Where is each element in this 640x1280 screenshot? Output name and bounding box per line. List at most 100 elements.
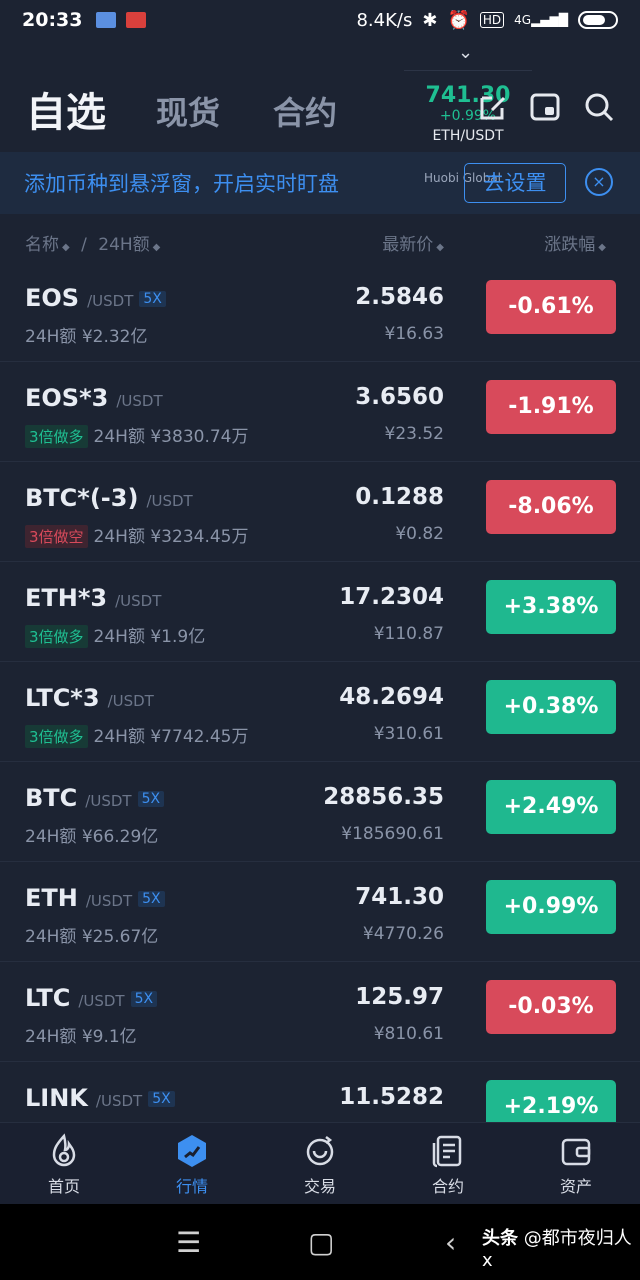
- go-settings-button[interactable]: 去设置: [464, 163, 566, 203]
- home-icon[interactable]: ▢: [308, 1226, 334, 1259]
- cny-price: ¥4770.26: [362, 924, 444, 944]
- market-row[interactable]: ETH*3/USDT 3倍做多 24H额 ¥1.9亿 17.2304 ¥110.8…: [0, 562, 640, 662]
- leverage-tag: 3倍做多: [25, 625, 88, 648]
- header: 自选 现货 合约 741.30 +0.99% ETH/USDT: [0, 70, 640, 150]
- volume: 24H额 ¥1.9亿: [93, 627, 206, 647]
- leverage-badge: 5X: [138, 891, 165, 907]
- nav-home[interactable]: 首页: [0, 1123, 128, 1204]
- leverage-tag: 3倍做多: [25, 425, 88, 448]
- cny-price: ¥16.63: [384, 324, 444, 344]
- change-badge[interactable]: -0.61%: [486, 280, 616, 334]
- float-window-icon[interactable]: [528, 90, 562, 124]
- cny-price: ¥0.82: [395, 524, 444, 544]
- volume: 24H额 ¥3830.74万: [93, 427, 249, 447]
- sort-icon: ◆: [436, 242, 444, 253]
- sort-change[interactable]: 涨跌幅 ◆: [544, 230, 606, 255]
- nav-assets[interactable]: 资产: [512, 1123, 640, 1204]
- floating-ticker[interactable]: 741.30 +0.99% ETH/USDT: [404, 70, 532, 152]
- leverage-badge: 5X: [139, 291, 166, 307]
- contract-icon: [432, 1135, 462, 1168]
- leverage-badge: 5X: [137, 791, 165, 807]
- cny-price: ¥810.61: [373, 1024, 444, 1044]
- wallet-icon: [561, 1138, 591, 1166]
- flame-icon: [52, 1133, 76, 1167]
- change-badge[interactable]: +0.99%: [486, 880, 616, 934]
- menu-icon[interactable]: ☰: [176, 1226, 201, 1259]
- change-badge[interactable]: +3.38%: [486, 580, 616, 634]
- nav-trade[interactable]: 交易: [256, 1123, 384, 1204]
- nav-market[interactable]: 行情: [128, 1123, 256, 1204]
- status-time: 20:33: [22, 9, 83, 31]
- tab-favorites[interactable]: 自选: [26, 80, 106, 138]
- last-price: 741.30: [355, 884, 444, 910]
- close-icon[interactable]: ×: [585, 168, 613, 196]
- volume: 24H额 ¥66.29亿: [25, 827, 159, 847]
- market-row[interactable]: LTC*3/USDT 3倍做多 24H额 ¥7742.45万 48.2694 ¥3…: [0, 662, 640, 762]
- symbol: LINK: [25, 1084, 88, 1112]
- symbol: EOS: [25, 284, 80, 312]
- leverage-tag: 3倍做空: [25, 525, 88, 548]
- volume: 24H额 ¥7742.45万: [93, 727, 249, 747]
- market-row[interactable]: LINK/USDT 5X 11.5282 +2.19%: [0, 1062, 640, 1122]
- nav-contract[interactable]: 合约: [384, 1123, 512, 1204]
- cny-price: ¥185690.61: [341, 824, 444, 844]
- trade-icon: [306, 1136, 334, 1166]
- last-price: 2.5846: [355, 284, 444, 310]
- chevron-down-icon[interactable]: ⌄: [458, 42, 473, 63]
- last-price: 11.5282: [339, 1084, 444, 1110]
- back-icon[interactable]: ‹: [445, 1226, 456, 1259]
- market-row[interactable]: BTC/USDT 5X 24H额 ¥66.29亿 28856.35 ¥185690…: [0, 762, 640, 862]
- sort-price[interactable]: 最新价 ◆: [382, 230, 444, 255]
- notification-icon: [96, 12, 117, 28]
- net-speed: 8.4K/s: [356, 9, 413, 31]
- change-badge[interactable]: +2.19%: [486, 1080, 616, 1122]
- edit-icon[interactable]: [476, 90, 510, 124]
- leverage-badge: 5X: [130, 991, 158, 1007]
- symbol: BTC*(-3): [25, 484, 139, 512]
- sort-icon: ◆: [598, 242, 606, 253]
- volume: 24H额 ¥3234.45万: [93, 527, 249, 547]
- symbol: BTC: [25, 784, 78, 812]
- bottom-nav: 首页 行情 交易 合约 资产: [0, 1122, 640, 1204]
- change-badge[interactable]: -8.06%: [486, 480, 616, 534]
- change-badge[interactable]: +0.38%: [486, 680, 616, 734]
- tab-contract[interactable]: 合约: [273, 88, 337, 134]
- market-icon: [178, 1135, 206, 1167]
- market-row[interactable]: LTC/USDT 5X 24H额 ¥9.1亿 125.97 ¥810.61 -0.…: [0, 962, 640, 1062]
- column-headers: 名称 ◆ / 24H额 ◆ 最新价 ◆ 涨跌幅 ◆: [0, 222, 640, 258]
- nav-label: 首页: [47, 1177, 80, 1196]
- symbol: ETH: [25, 884, 78, 912]
- notification-icon: [126, 12, 147, 28]
- market-row[interactable]: EOS/USDT 5X 24H额 ¥2.32亿 2.5846 ¥16.63 -0.…: [0, 262, 640, 362]
- leverage-tag: 3倍做多: [25, 725, 88, 748]
- ticker-price: 741.30: [425, 83, 511, 108]
- market-row[interactable]: EOS*3/USDT 3倍做多 24H额 ¥3830.74万 3.6560 ¥23…: [0, 362, 640, 462]
- float-window-banner: 添加币种到悬浮窗，开启实时盯盘 Huobi Global 去设置: [0, 152, 640, 214]
- alarm-icon: ⏰: [447, 9, 470, 31]
- market-list[interactable]: EOS/USDT 5X 24H额 ¥2.32亿 2.5846 ¥16.63 -0.…: [0, 262, 640, 1122]
- last-price: 28856.35: [323, 784, 444, 810]
- change-badge[interactable]: -1.91%: [486, 380, 616, 434]
- ticker-change: +0.99%: [439, 108, 497, 124]
- tab-spot[interactable]: 现货: [156, 88, 220, 134]
- last-price: 17.2304: [339, 584, 444, 610]
- change-badge[interactable]: -0.03%: [486, 980, 616, 1034]
- bluetooth-icon: ✱: [422, 9, 438, 31]
- symbol: EOS*3: [25, 384, 109, 412]
- symbol: ETH*3: [25, 584, 108, 612]
- leverage-badge: 5X: [148, 1091, 175, 1107]
- system-nav-bar: ☰ ▢ ‹ 头条 @都市夜归人x: [0, 1204, 640, 1280]
- last-price: 48.2694: [339, 684, 444, 710]
- ticker-pair: ETH/USDT: [432, 128, 504, 144]
- sort-name-volume[interactable]: 名称 ◆ / 24H额 ◆: [25, 230, 160, 255]
- nav-label: 交易: [303, 1177, 336, 1196]
- market-row[interactable]: BTC*(-3)/USDT 3倍做空 24H额 ¥3234.45万 0.1288 …: [0, 462, 640, 562]
- change-badge[interactable]: +2.49%: [486, 780, 616, 834]
- last-price: 0.1288: [355, 484, 444, 510]
- search-icon[interactable]: [582, 90, 616, 124]
- last-price: 3.6560: [355, 384, 444, 410]
- nav-label: 资产: [559, 1177, 592, 1196]
- cny-price: ¥110.87: [373, 624, 444, 644]
- market-row[interactable]: ETH/USDT 5X 24H额 ¥25.67亿 741.30 ¥4770.26 …: [0, 862, 640, 962]
- battery-icon: [578, 11, 618, 29]
